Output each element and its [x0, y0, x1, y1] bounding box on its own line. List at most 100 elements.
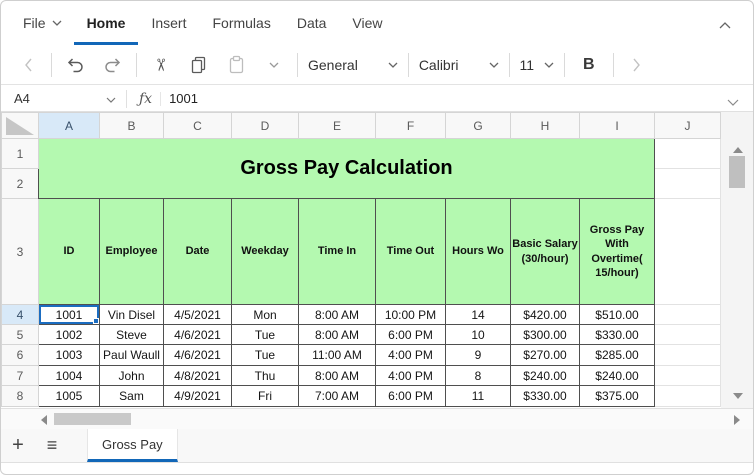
- cell[interactable]: Tue: [232, 325, 299, 345]
- cell[interactable]: 1005: [39, 386, 100, 407]
- horizontal-scrollbar[interactable]: [1, 408, 753, 429]
- cell[interactable]: [655, 325, 721, 345]
- file-menu-button[interactable]: File: [23, 1, 74, 45]
- cell[interactable]: Vin Disel: [100, 305, 164, 325]
- font-size-dropdown[interactable]: 11: [520, 57, 555, 73]
- row-header-2[interactable]: 2: [2, 169, 39, 199]
- column-header-a[interactable]: A: [39, 113, 100, 139]
- cell[interactable]: 11: [446, 386, 511, 407]
- number-format-dropdown[interactable]: General: [308, 57, 398, 73]
- cell[interactable]: 8:00 AM: [299, 325, 376, 345]
- cell[interactable]: [655, 199, 721, 305]
- cell[interactable]: 4/8/2021: [164, 366, 232, 386]
- table-header-employee[interactable]: Employee: [100, 199, 164, 305]
- table-header-date[interactable]: Date: [164, 199, 232, 305]
- table-header-gross-pay[interactable]: Gross Pay With Overtime( 15/hour): [580, 199, 655, 305]
- cell[interactable]: Mon: [232, 305, 299, 325]
- column-header-c[interactable]: C: [164, 113, 232, 139]
- scroll-down-arrow-icon[interactable]: [733, 393, 743, 399]
- expand-formula-bar-button[interactable]: [727, 94, 739, 109]
- horizontal-scrollbar-thumb[interactable]: [54, 413, 131, 425]
- cell[interactable]: [655, 386, 721, 407]
- tab-view[interactable]: View: [339, 1, 395, 45]
- cell[interactable]: 10:00 PM: [376, 305, 446, 325]
- cell[interactable]: Thu: [232, 366, 299, 386]
- column-header-i[interactable]: I: [580, 113, 655, 139]
- cell[interactable]: [655, 345, 721, 366]
- cell[interactable]: $240.00: [511, 366, 580, 386]
- cell[interactable]: 1003: [39, 345, 100, 366]
- row-header-8[interactable]: 8: [2, 386, 39, 407]
- cell[interactable]: Fri: [232, 386, 299, 407]
- cell[interactable]: $510.00: [580, 305, 655, 325]
- cell[interactable]: 6:00 PM: [376, 325, 446, 345]
- cell[interactable]: [655, 305, 721, 325]
- cell[interactable]: $420.00: [511, 305, 580, 325]
- cell[interactable]: [655, 366, 721, 386]
- scroll-right-arrow-icon[interactable]: [734, 415, 740, 425]
- cell[interactable]: $300.00: [511, 325, 580, 345]
- merged-title-cell[interactable]: Gross Pay Calculation: [39, 139, 655, 199]
- cell[interactable]: 4:00 PM: [376, 345, 446, 366]
- cell[interactable]: 8: [446, 366, 511, 386]
- row-header-5[interactable]: 5: [2, 325, 39, 345]
- table-header-basic-salary[interactable]: Basic Salary (30/hour): [511, 199, 580, 305]
- add-sheet-button[interactable]: +: [1, 429, 35, 462]
- cell[interactable]: 4/6/2021: [164, 325, 232, 345]
- scroll-left-arrow-icon[interactable]: [41, 415, 47, 425]
- cell[interactable]: 7:00 AM: [299, 386, 376, 407]
- cell[interactable]: $330.00: [580, 325, 655, 345]
- insert-function-icon[interactable]: ƒx: [127, 91, 160, 107]
- column-header-f[interactable]: F: [376, 113, 446, 139]
- cell-A4-selected[interactable]: 1001: [39, 305, 100, 325]
- cell[interactable]: 4/5/2021: [164, 305, 232, 325]
- font-name-dropdown[interactable]: Calibri: [419, 57, 499, 73]
- paste-button[interactable]: [223, 50, 249, 80]
- cell[interactable]: 11:00 AM: [299, 345, 376, 366]
- cell[interactable]: [655, 169, 721, 199]
- cut-button[interactable]: ✂: [147, 50, 173, 80]
- cell[interactable]: Tue: [232, 345, 299, 366]
- row-header-7[interactable]: 7: [2, 366, 39, 386]
- sheet-tab-gross-pay[interactable]: Gross Pay: [87, 429, 178, 462]
- cell[interactable]: 8:00 AM: [299, 366, 376, 386]
- collapse-ribbon-button[interactable]: [719, 16, 731, 34]
- table-header-weekday[interactable]: Weekday: [232, 199, 299, 305]
- cell[interactable]: 4:00 PM: [376, 366, 446, 386]
- column-header-j[interactable]: J: [655, 113, 721, 139]
- cell[interactable]: $330.00: [511, 386, 580, 407]
- table-header-time-in[interactable]: Time In: [299, 199, 376, 305]
- cell[interactable]: 14: [446, 305, 511, 325]
- cell[interactable]: 4/9/2021: [164, 386, 232, 407]
- ribbon-scroll-left-button[interactable]: [15, 50, 41, 80]
- ribbon-scroll-right-button[interactable]: [624, 50, 650, 80]
- sheet-list-button[interactable]: ≡: [35, 429, 69, 462]
- column-header-g[interactable]: G: [446, 113, 511, 139]
- cell[interactable]: $375.00: [580, 386, 655, 407]
- tab-formulas[interactable]: Formulas: [199, 1, 283, 45]
- cell[interactable]: [655, 139, 721, 169]
- select-all-corner[interactable]: [2, 113, 39, 139]
- row-header-4[interactable]: 4: [2, 305, 39, 325]
- scroll-up-arrow-icon[interactable]: [733, 147, 743, 153]
- cell[interactable]: 10: [446, 325, 511, 345]
- cell[interactable]: 8:00 AM: [299, 305, 376, 325]
- vertical-scrollbar-thumb[interactable]: [729, 156, 745, 188]
- cell[interactable]: Steve: [100, 325, 164, 345]
- column-header-b[interactable]: B: [100, 113, 164, 139]
- row-header-6[interactable]: 6: [2, 345, 39, 366]
- tab-insert[interactable]: Insert: [138, 1, 199, 45]
- table-header-time-out[interactable]: Time Out: [376, 199, 446, 305]
- redo-button[interactable]: [100, 50, 126, 80]
- cell[interactable]: 6:00 PM: [376, 386, 446, 407]
- cell[interactable]: $285.00: [580, 345, 655, 366]
- cell[interactable]: 1004: [39, 366, 100, 386]
- cell[interactable]: 4/6/2021: [164, 345, 232, 366]
- cell[interactable]: John: [100, 366, 164, 386]
- column-header-h[interactable]: H: [511, 113, 580, 139]
- row-header-1[interactable]: 1: [2, 139, 39, 169]
- bold-button[interactable]: B: [575, 50, 603, 80]
- cell[interactable]: Sam: [100, 386, 164, 407]
- name-box[interactable]: A4: [1, 91, 126, 106]
- column-header-e[interactable]: E: [299, 113, 376, 139]
